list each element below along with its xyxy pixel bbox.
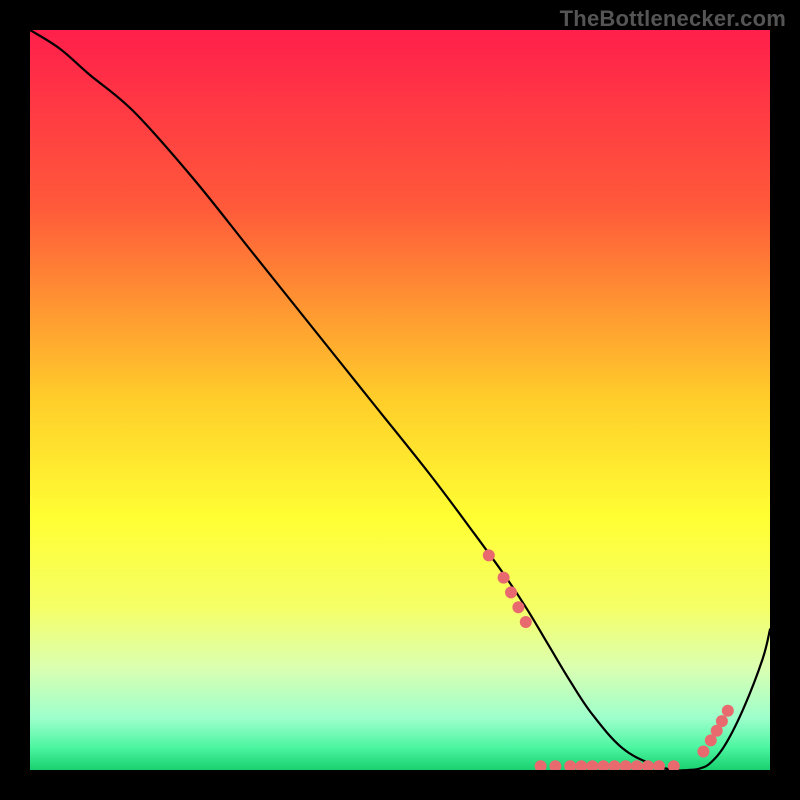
marker-dot bbox=[520, 616, 532, 628]
marker-dot bbox=[498, 572, 510, 584]
attribution-label: TheBottlenecker.com bbox=[560, 6, 786, 32]
marker-dot bbox=[505, 586, 517, 598]
marker-dot bbox=[722, 705, 734, 717]
marker-dot bbox=[716, 715, 728, 727]
marker-dot bbox=[483, 549, 495, 561]
marker-dot bbox=[697, 746, 709, 758]
plot-area bbox=[30, 30, 770, 770]
gradient-background bbox=[30, 30, 770, 770]
chart-svg bbox=[30, 30, 770, 770]
marker-dot bbox=[512, 601, 524, 613]
chart-frame: TheBottlenecker.com bbox=[0, 0, 800, 800]
